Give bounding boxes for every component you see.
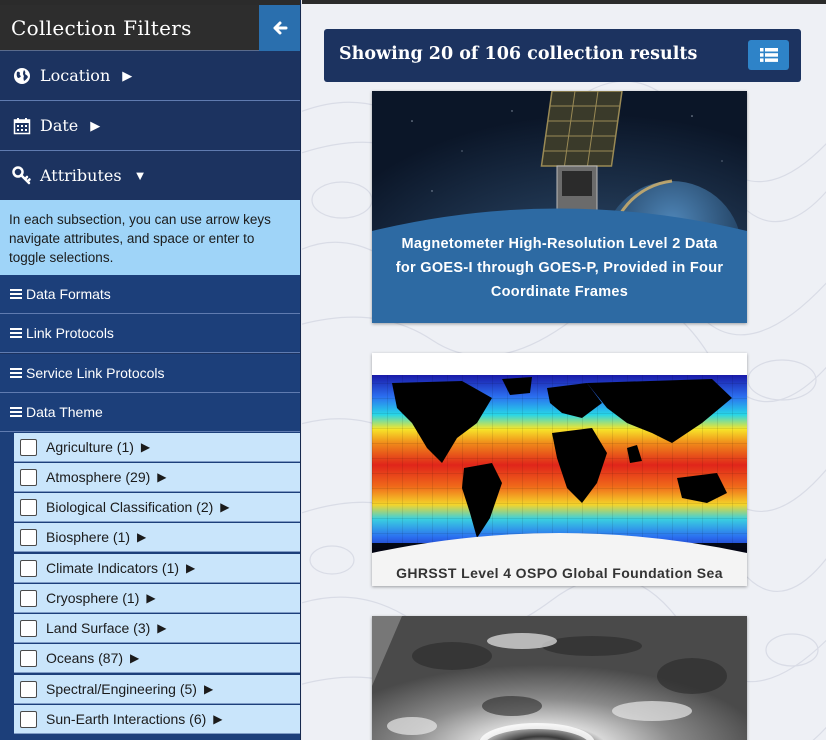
- theme-item-land-surface[interactable]: Land Surface (3) ▶: [14, 614, 300, 643]
- subsection-label: Link Protocols: [26, 325, 114, 341]
- subsection-label: Data Formats: [26, 286, 111, 302]
- expand-arrow-icon[interactable]: ▶: [146, 591, 155, 605]
- section-date[interactable]: Date ▶: [0, 101, 300, 151]
- section-date-label: Date: [40, 116, 79, 135]
- results-summary-bar: Showing 20 of 106 collection results: [324, 29, 801, 82]
- theme-checkbox[interactable]: [20, 528, 37, 546]
- theme-item-sun-earth-interactions[interactable]: Sun-Earth Interactions (6) ▶: [14, 705, 300, 734]
- theme-item-label: Climate Indicators (1): [46, 560, 180, 576]
- result-card-title[interactable]: GHRSST Level 4 OSPO Global Foundation Se…: [372, 565, 747, 581]
- globe-icon: [0, 67, 40, 85]
- result-card-hurricane[interactable]: [372, 616, 747, 740]
- theme-item-label: Cryosphere (1): [46, 590, 140, 606]
- subsection-label: Service Link Protocols: [26, 365, 165, 381]
- results-count-text: Showing 20 of 106 collection results: [339, 44, 698, 64]
- sea-temperature-thumbnail: [372, 353, 747, 586]
- collapse-panel-button[interactable]: [259, 5, 300, 51]
- theme-checkbox[interactable]: [20, 710, 37, 728]
- subsection-data-formats[interactable]: Data Formats: [0, 275, 300, 314]
- bars-icon: [10, 326, 22, 340]
- panel-header: Collection Filters: [0, 5, 300, 51]
- theme-item-label: Sun-Earth Interactions (6): [46, 711, 207, 727]
- theme-checkbox[interactable]: [20, 498, 37, 516]
- list-view-button[interactable]: [748, 40, 789, 70]
- calendar-icon: [0, 117, 40, 135]
- theme-item-label: Spectral/Engineering (5): [46, 681, 197, 697]
- theme-item-label: Biosphere (1): [46, 529, 131, 545]
- section-attributes[interactable]: Attributes ▼: [0, 151, 300, 201]
- section-attributes-label: Attributes: [40, 166, 122, 185]
- arrow-left-icon: [273, 21, 288, 35]
- result-card-magnetometer[interactable]: Magnetometer High-Resolution Level 2 Dat…: [372, 91, 747, 323]
- attributes-help-text: In each subsection, you can use arrow ke…: [0, 200, 300, 275]
- theme-item-label: Land Surface (3): [46, 620, 151, 636]
- bars-icon: [10, 287, 22, 301]
- expand-arrow-icon[interactable]: ▶: [220, 500, 229, 514]
- expand-arrow-icon[interactable]: ▶: [157, 621, 166, 635]
- theme-checkbox[interactable]: [20, 559, 37, 577]
- subsection-service-link-protocols[interactable]: Service Link Protocols: [0, 354, 300, 393]
- theme-checkbox[interactable]: [20, 680, 37, 698]
- theme-item-label: Atmosphere (29): [46, 469, 151, 485]
- theme-item-climate-indicators[interactable]: Climate Indicators (1) ▶: [14, 554, 300, 583]
- subsection-data-theme[interactable]: Data Theme: [0, 393, 300, 432]
- theme-item-biosphere[interactable]: Biosphere (1) ▶: [14, 523, 300, 552]
- bars-icon: [10, 366, 22, 380]
- subsection-label: Data Theme: [26, 404, 103, 420]
- result-card-title[interactable]: Magnetometer High-Resolution Level 2 Dat…: [372, 232, 747, 304]
- data-theme-list: Agriculture (1) ▶ Atmosphere (29) ▶ Biol…: [0, 432, 300, 740]
- subsection-link-protocols[interactable]: Link Protocols: [0, 314, 300, 353]
- theme-item-label: Biological Classification (2): [46, 499, 214, 515]
- theme-item-atmosphere[interactable]: Atmosphere (29) ▶: [14, 463, 300, 492]
- bars-icon: [10, 405, 22, 419]
- theme-checkbox[interactable]: [20, 468, 37, 486]
- theme-item-cryosphere[interactable]: Cryosphere (1) ▶: [14, 584, 300, 613]
- theme-item-label: Agriculture (1): [46, 439, 134, 455]
- expand-arrow-icon[interactable]: ▶: [130, 651, 139, 665]
- theme-checkbox[interactable]: [20, 619, 37, 637]
- theme-item-biological-classification[interactable]: Biological Classification (2) ▶: [14, 493, 300, 522]
- list-icon: [759, 48, 778, 62]
- section-location-label: Location: [40, 66, 111, 85]
- collapse-arrow-icon: ▼: [133, 168, 147, 183]
- theme-checkbox[interactable]: [20, 649, 37, 667]
- result-card-ghrsst[interactable]: GHRSST Level 4 OSPO Global Foundation Se…: [372, 353, 747, 586]
- expand-arrow-icon[interactable]: ▶: [204, 682, 213, 696]
- expand-arrow-icon: ▶: [90, 117, 101, 133]
- collection-filters-panel: Collection Filters Location ▶ Date ▶ Att…: [0, 0, 301, 740]
- key-icon: [0, 165, 40, 186]
- theme-item-label: Oceans (87): [46, 650, 124, 666]
- expand-arrow-icon[interactable]: ▶: [141, 440, 150, 454]
- section-location[interactable]: Location ▶: [0, 51, 300, 101]
- theme-item-spectral-engineering[interactable]: Spectral/Engineering (5) ▶: [14, 675, 300, 704]
- expand-arrow-icon[interactable]: ▶: [137, 530, 146, 544]
- panel-title: Collection Filters: [11, 16, 192, 40]
- top-border: [302, 0, 826, 4]
- expand-arrow-icon[interactable]: ▶: [213, 712, 222, 726]
- expand-arrow-icon: ▶: [122, 67, 133, 83]
- results-area: Showing 20 of 106 collection results Mag…: [302, 0, 826, 740]
- theme-item-agriculture[interactable]: Agriculture (1) ▶: [14, 433, 300, 462]
- hurricane-thumbnail: [372, 616, 747, 740]
- theme-item-oceans[interactable]: Oceans (87) ▶: [14, 644, 300, 673]
- theme-checkbox[interactable]: [20, 438, 37, 456]
- expand-arrow-icon[interactable]: ▶: [186, 561, 195, 575]
- theme-checkbox[interactable]: [20, 589, 37, 607]
- expand-arrow-icon[interactable]: ▶: [157, 470, 166, 484]
